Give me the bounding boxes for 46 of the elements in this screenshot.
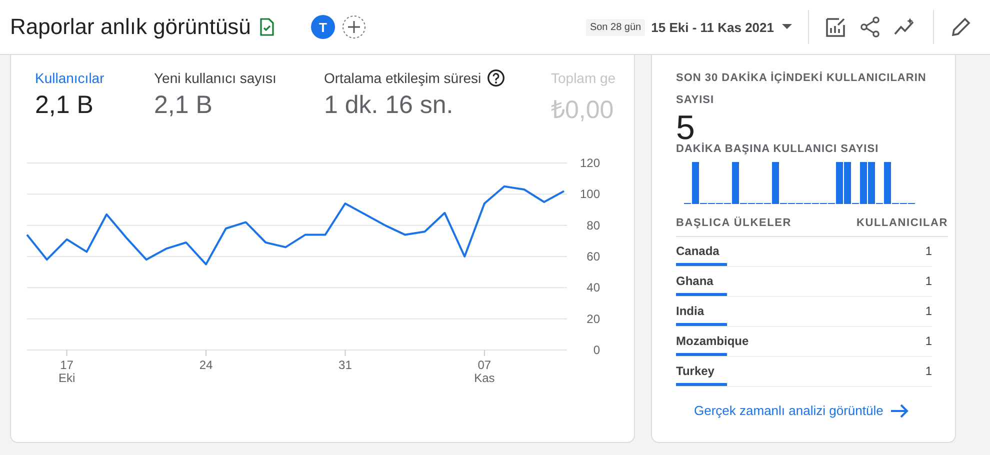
share-icon[interactable]	[859, 16, 881, 38]
metric-value: 1 dk. 16 sn.	[324, 91, 454, 120]
add-icon[interactable]	[342, 15, 366, 39]
x-axis-label: 17 Eki	[58, 358, 76, 385]
chart-edit-icon[interactable]	[825, 16, 847, 38]
metric-value: ₺0,00	[551, 95, 615, 125]
page-title: Raporlar anlık görüntüsü	[10, 14, 251, 40]
user-count: 1	[925, 364, 932, 378]
user-count: 1	[925, 334, 932, 348]
period-label: Son 28 gün	[586, 18, 646, 36]
user-count: 1	[925, 304, 932, 318]
metric-value: 2,1 B	[154, 91, 214, 120]
edit-icon[interactable]	[950, 16, 972, 38]
user-avatar[interactable]: T	[310, 15, 335, 39]
per-minute-title: DAKİKA BAŞINA KULLANICI SAYISI	[676, 143, 880, 155]
country-name: India	[676, 304, 704, 318]
y-axis-label: 0	[593, 343, 600, 357]
country-name: Canada	[676, 244, 720, 258]
user-count: 1	[925, 274, 932, 288]
document-check-icon	[258, 18, 275, 36]
metric-label[interactable]: Ortalama etkileşim süresi	[324, 70, 482, 86]
y-axis-label: 40	[586, 280, 600, 295]
y-axis-label: 60	[586, 250, 600, 264]
y-axis-label: 20	[586, 312, 600, 326]
y-axis-label: 120	[580, 156, 600, 170]
country-name: Ghana	[676, 274, 714, 288]
y-axis-label: 100	[580, 187, 600, 202]
y-axis-label: 80	[586, 218, 600, 232]
help-icon[interactable]	[487, 69, 506, 87]
date-range-button[interactable]: 15 Eki - 11 Kas 2021	[645, 20, 798, 34]
country-name: Mozambique	[676, 334, 749, 348]
column-header: KULLANICILAR	[856, 217, 948, 229]
x-axis-label: 24	[199, 358, 213, 372]
caret-icon	[782, 24, 792, 30]
arrow-right-icon	[891, 404, 910, 418]
user-count: 1	[925, 244, 932, 258]
realtime-value: 5	[676, 113, 695, 143]
x-axis-label: 31	[338, 358, 352, 372]
metric-tab-label[interactable]: Kullanıcılar	[35, 70, 104, 86]
column-header: BAŞLICA ÜLKELER	[676, 217, 792, 229]
country-name: Turkey	[676, 364, 714, 378]
metric-value: 2,1 B	[35, 91, 94, 120]
x-axis-label: 07 Kas	[474, 358, 495, 385]
realtime-title: SON 30 DAKİKA İÇİNDEKİ KULLANICILARIN SAYISI	[676, 70, 928, 108]
realtime-link[interactable]: Gerçek zamanlı analizi görüntüle	[694, 403, 947, 418]
metric-label[interactable]: Yeni kullanıcı sayısı	[154, 70, 276, 86]
